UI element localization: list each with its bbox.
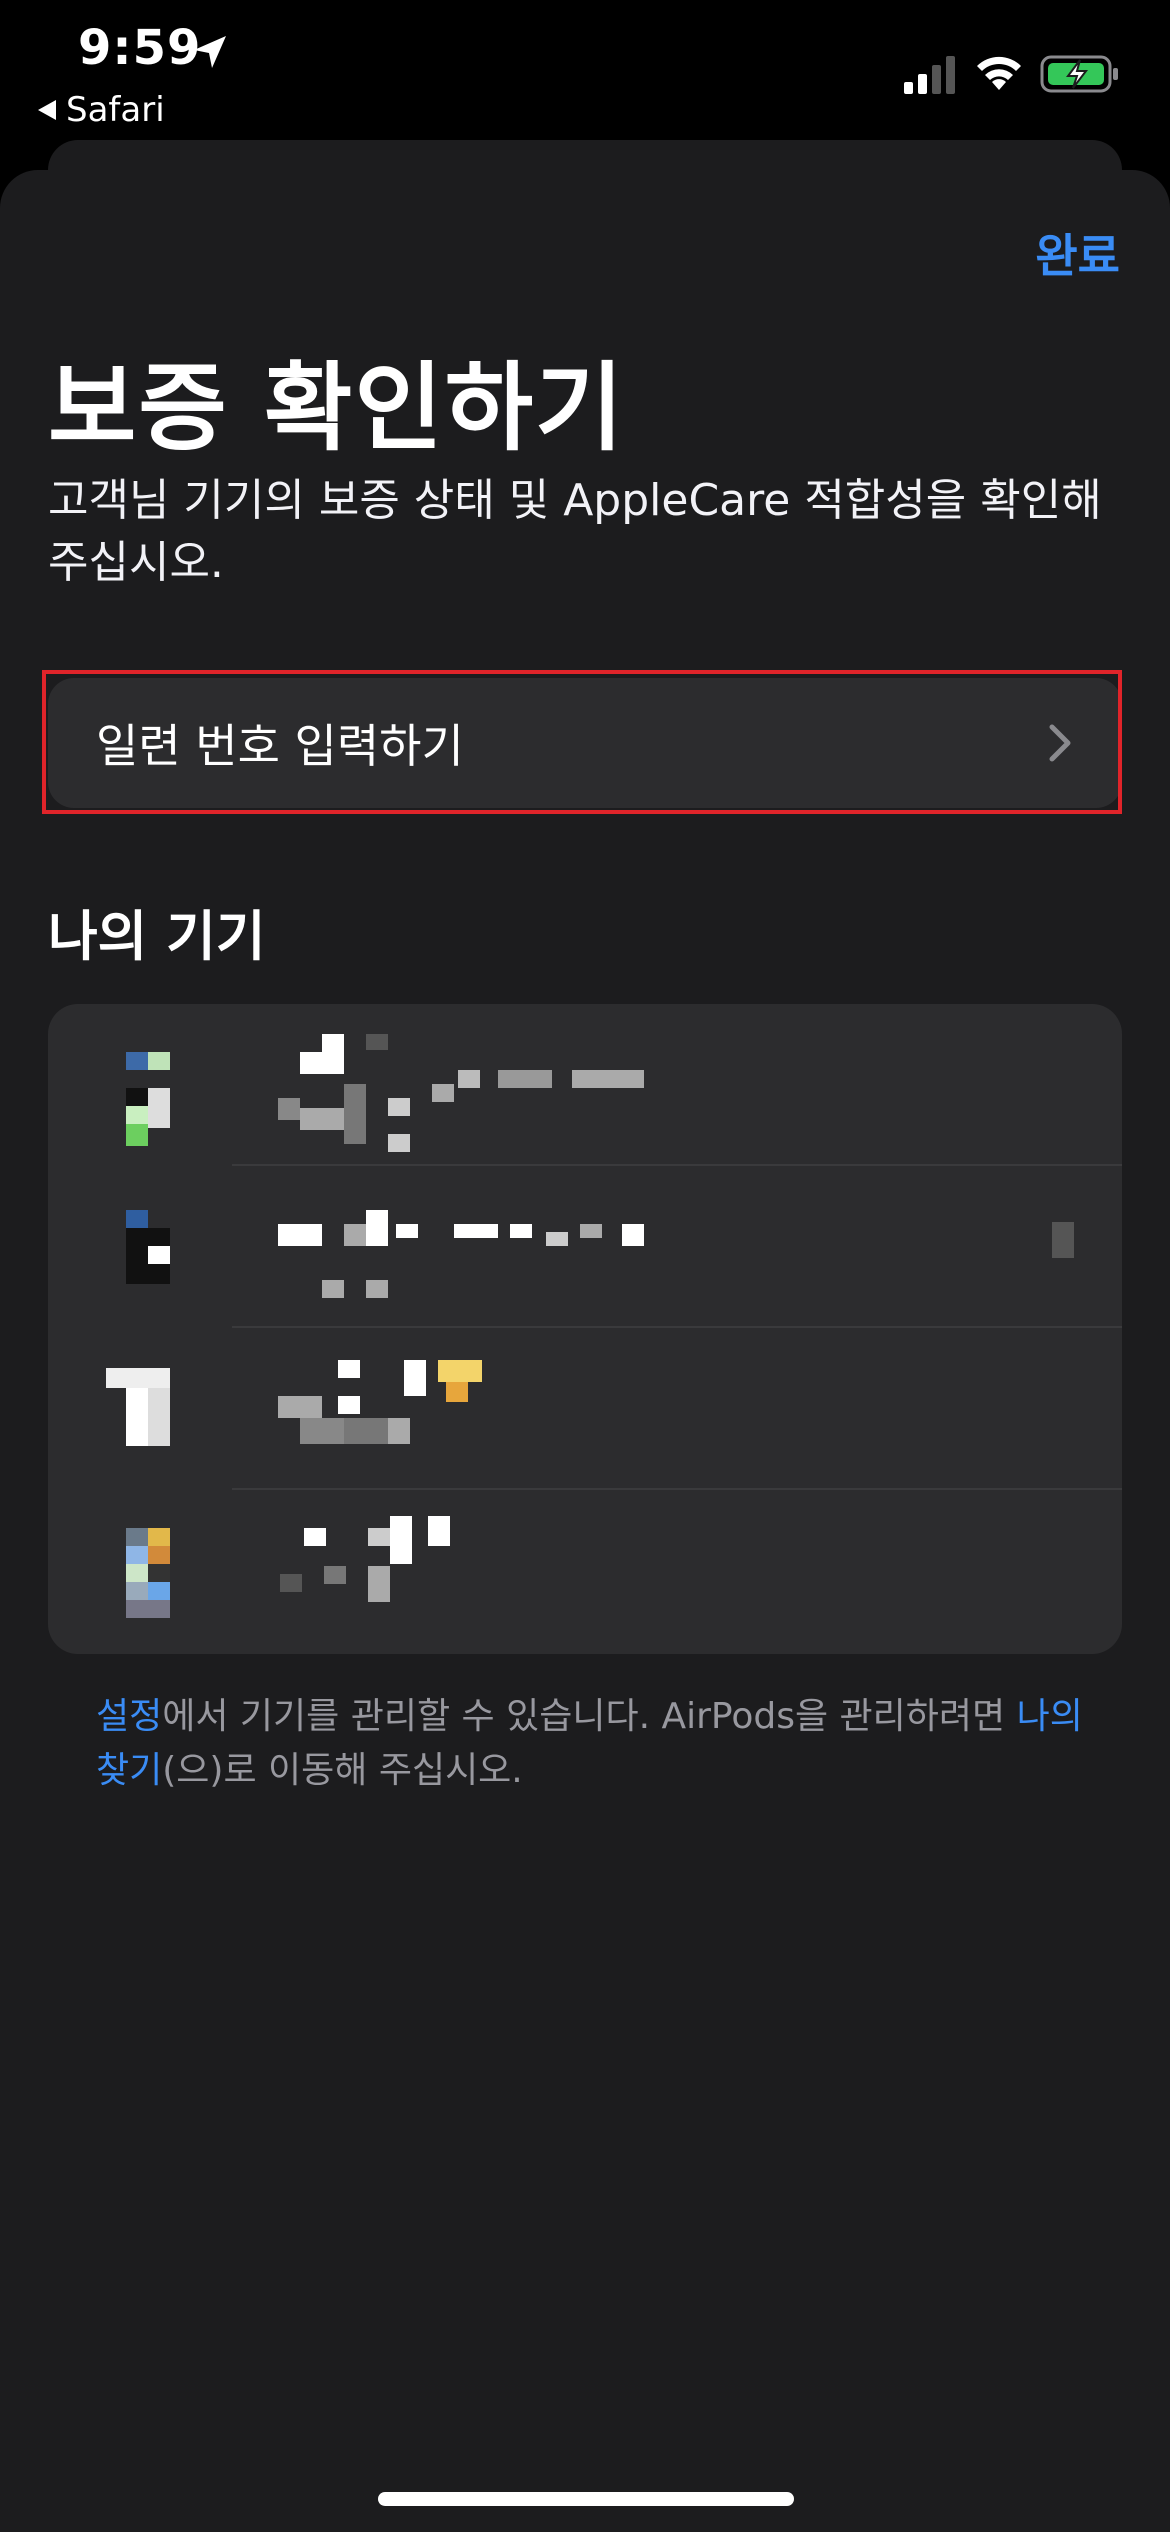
devices-list: [48, 1004, 1122, 1654]
device-row[interactable]: [48, 1004, 1122, 1166]
done-button[interactable]: 완료: [1035, 220, 1120, 286]
footer-text-1: 에서 기기를 관리할 수 있습니다. AirPods을 관리하려면: [162, 1696, 1017, 1737]
enter-serial-number-button[interactable]: 일련 번호 입력하기: [48, 678, 1122, 808]
device-name-pixelated: [258, 1516, 498, 1626]
location-icon: [194, 36, 226, 68]
device-row[interactable]: [48, 1166, 1122, 1328]
page-subtitle: 고객님 기기의 보증 상태 및 AppleCare 적합성을 확인해 주십시오.: [48, 475, 1102, 588]
device-name-pixelated: [278, 1210, 758, 1310]
footer-note: 설정에서 기기를 관리할 수 있습니다. AirPods을 관리하려면 나의 찾…: [96, 1690, 1096, 1798]
serial-number-label: 일련 번호 입력하기: [96, 719, 464, 773]
device-thumbnail-pixelated: [126, 1528, 170, 1622]
settings-link[interactable]: 설정: [96, 1696, 162, 1737]
device-detail-pixelated: [1052, 1222, 1074, 1258]
signal-icon: [904, 56, 955, 94]
device-row[interactable]: [48, 1328, 1122, 1490]
battery-charging-icon: [1040, 55, 1118, 93]
back-to-safari-button[interactable]: Safari: [36, 90, 165, 130]
device-thumbnail-pixelated: [126, 1210, 170, 1286]
status-bar: 9:59 Safari: [0, 0, 1170, 140]
wifi-icon: [977, 56, 1021, 90]
device-name-pixelated: [278, 1360, 598, 1470]
page-title: 보증 확인하기: [48, 352, 626, 464]
device-name-pixelated: [278, 1034, 758, 1164]
chevron-right-icon: [1049, 724, 1071, 762]
section-title-my-devices: 나의 기기: [48, 905, 266, 968]
home-indicator[interactable]: [378, 2492, 794, 2506]
screen: 9:59 Safari 완료 보증 확인하기 고객님 기기의 보증 상태 및 A…: [0, 0, 1170, 2532]
back-icon: [38, 100, 56, 120]
footer-text-2: (으)로 이동해 주십시오.: [162, 1750, 523, 1791]
status-time: 9:59: [78, 20, 202, 76]
device-thumbnail-pixelated: [126, 1052, 170, 1148]
back-app-label: Safari: [66, 90, 165, 130]
warranty-sheet: 완료 보증 확인하기 고객님 기기의 보증 상태 및 AppleCare 적합성…: [0, 170, 1170, 2532]
device-thumbnail-pixelated: [106, 1368, 170, 1448]
device-row[interactable]: [48, 1490, 1122, 1652]
